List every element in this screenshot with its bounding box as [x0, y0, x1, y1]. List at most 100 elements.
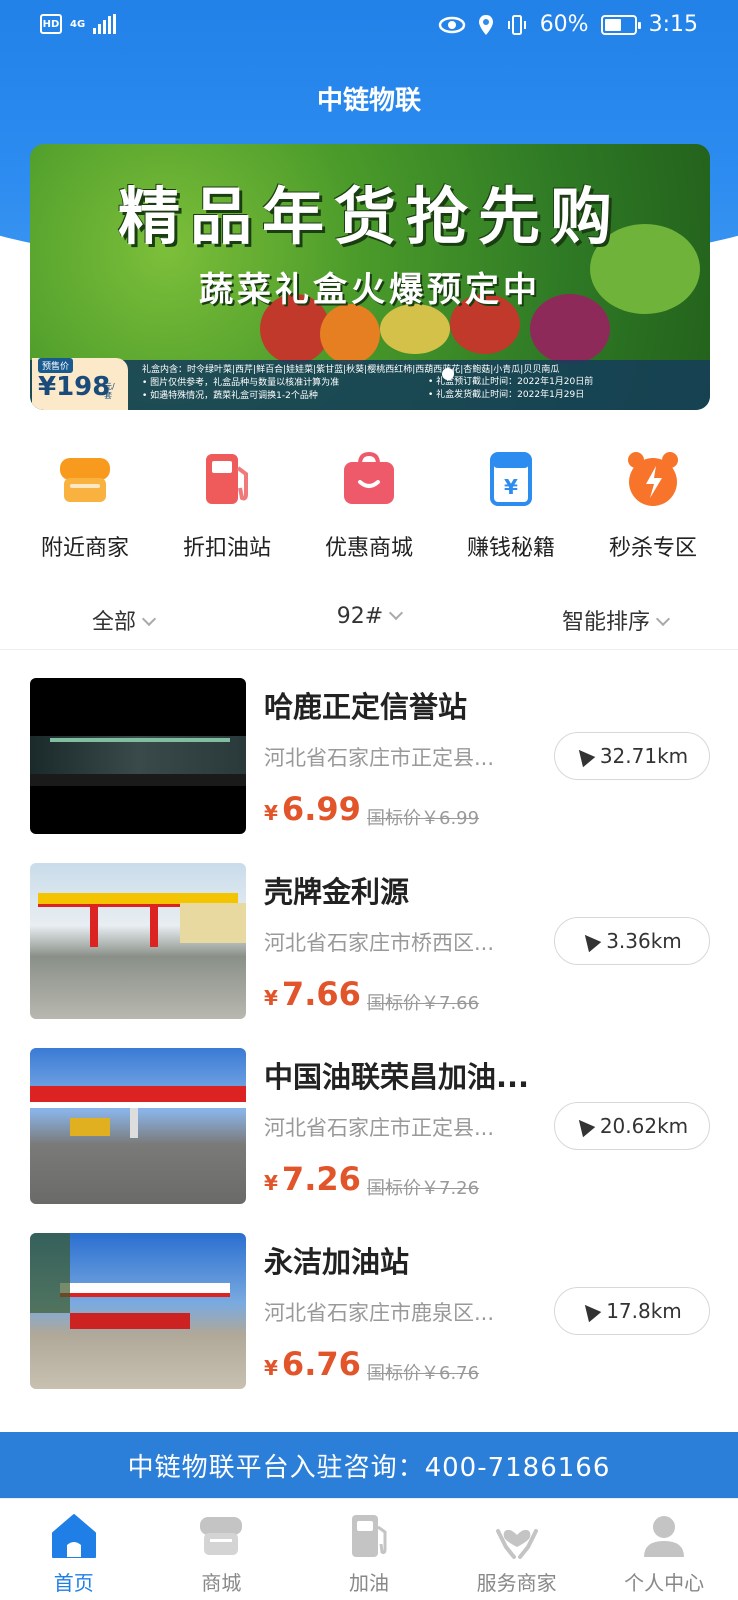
- banner-info: 礼盒内含：时令绿叶菜|西芹|鲜百合|娃娃菜|紫甘蓝|秋葵|樱桃西红柿|西葫西蓝花…: [30, 360, 710, 410]
- currency-symbol: ¥: [264, 986, 278, 1010]
- navigate-button[interactable]: 20.62km: [554, 1102, 710, 1150]
- mall-icon: [196, 1511, 246, 1561]
- alarm-clock-icon: [622, 448, 684, 510]
- station-row[interactable]: 永洁加油站 河北省石家庄市鹿泉区... ¥6.76 国标价￥6.76 17.8k…: [0, 1233, 738, 1418]
- station-address: 河北省石家庄市鹿泉区...: [264, 1301, 495, 1325]
- navigation-arrow-icon: [578, 929, 602, 953]
- menu-label: 折扣油站: [182, 536, 271, 561]
- station-name: 永洁加油站: [264, 1245, 410, 1279]
- station-photo: [30, 1048, 246, 1204]
- app-screen: { "status_bar": { "hd": "HD", "network":…: [0, 0, 738, 1600]
- banner-info-line: • 图片仅供参考，礼盒品种与数量以核准计算为准: [142, 378, 340, 388]
- chevron-down-icon: [141, 611, 157, 627]
- filter-sort[interactable]: 智能排序: [492, 598, 738, 649]
- station-name: 壳牌金利源: [264, 875, 410, 909]
- menu-item-discount-mall[interactable]: 优惠商城: [304, 448, 434, 562]
- filter-label: 智能排序: [561, 610, 650, 635]
- promo-banner[interactable]: 精品年货抢先购 蔬菜礼盒火爆预定中 礼盒内含：时令绿叶菜|西芹|鲜百合|娃娃菜|…: [30, 144, 710, 410]
- menu-item-discount-station[interactable]: 折扣油站: [162, 448, 292, 562]
- presale-price-tag: 预售价 ¥198 元/套: [32, 358, 128, 410]
- tab-label: 商城: [201, 1571, 242, 1595]
- filter-bar: 全部 92# 智能排序: [0, 598, 738, 650]
- consult-text: 中链物联平台入驻咨询：400-7186166: [127, 1452, 611, 1483]
- station-address: 河北省石家庄市正定县...: [264, 746, 495, 770]
- tab-label: 首页: [53, 1571, 94, 1595]
- filter-all[interactable]: 全部: [0, 598, 246, 649]
- menu-item-flash-sale[interactable]: 秒杀专区: [588, 448, 718, 562]
- station-photo: [30, 1233, 246, 1389]
- menu-item-nearby-merchants[interactable]: 附近商家: [20, 448, 150, 562]
- banner-info-line: 礼盒内含：时令绿叶菜|西芹|鲜百合|娃娃菜|紫甘蓝|秋葵|樱桃西红柿|西葫西蓝花…: [142, 365, 560, 375]
- battery-percent: 60%: [539, 12, 589, 37]
- filter-label: 全部: [91, 610, 136, 635]
- price-value: 7.26: [281, 1160, 361, 1198]
- menu-item-money-tips[interactable]: ¥ 赚钱秘籍: [446, 448, 576, 562]
- presale-unit: 元/套: [104, 382, 115, 400]
- menu-label: 附近商家: [40, 536, 129, 561]
- tab-profile[interactable]: 个人中心: [590, 1499, 738, 1600]
- price-value: 7.66: [281, 975, 361, 1013]
- navigate-button[interactable]: 17.8km: [554, 1287, 710, 1335]
- tab-mall[interactable]: 商城: [148, 1499, 296, 1600]
- battery-icon: [600, 14, 641, 35]
- tab-label: 服务商家: [476, 1571, 557, 1595]
- tab-label: 个人中心: [624, 1571, 705, 1595]
- reference-price: 国标价￥7.26: [367, 1178, 480, 1199]
- distance-text: 32.71km: [599, 744, 689, 768]
- chevron-down-icon: [389, 605, 404, 621]
- carousel-indicator[interactable]: [442, 368, 454, 380]
- station-price: ¥7.26: [264, 1160, 361, 1198]
- price-value: 6.76: [281, 1345, 361, 1383]
- station-price: ¥6.76: [264, 1345, 361, 1383]
- banner-info-deadlines: • 礼盒预订截止时间：2022年1月20日前 • 礼盒发货截止时间：2022年1…: [428, 376, 593, 402]
- currency-symbol: ¥: [264, 801, 278, 825]
- station-price: ¥6.99: [264, 790, 361, 828]
- station-photo: [30, 863, 246, 1019]
- heart-hands-icon: [492, 1511, 542, 1561]
- vegetable-decoration: [380, 304, 450, 354]
- tab-home[interactable]: 首页: [0, 1499, 148, 1600]
- presale-label: 预售价: [38, 358, 74, 373]
- currency-symbol: ¥: [264, 1171, 278, 1195]
- vibrate-icon: [507, 14, 526, 35]
- money-envelope-icon: ¥: [480, 448, 542, 510]
- filter-label: 92#: [336, 604, 384, 629]
- price-value: 6.99: [281, 790, 361, 828]
- quick-menu: 附近商家 折扣油站 优惠商城 ¥ 赚钱秘籍 秒杀专区: [0, 448, 738, 562]
- presale-price: ¥198: [38, 372, 111, 402]
- navigation-arrow-icon: [578, 1299, 602, 1323]
- eye-icon: [438, 16, 465, 33]
- banner-subtitle: 蔬菜礼盒火爆预定中: [199, 270, 541, 310]
- banner-info-line: • 如遇特殊情况，蔬菜礼盒可调换1-2个品种: [142, 391, 318, 401]
- tab-service-merchants[interactable]: 服务商家: [443, 1499, 591, 1600]
- distance-text: 17.8km: [606, 1299, 682, 1323]
- reference-price: 国标价￥6.76: [367, 1363, 480, 1384]
- navigate-button[interactable]: 32.71km: [554, 732, 710, 780]
- status-bar: HD 4G 60% 3:15: [0, 0, 738, 56]
- reference-price: 国标价￥6.99: [367, 808, 480, 829]
- fuel-icon: [344, 1511, 394, 1561]
- station-name: 哈鹿正定信誉站: [264, 690, 468, 724]
- station-row[interactable]: 中国油联荣昌加油... 河北省石家庄市正定县... ¥7.26 国标价￥7.26…: [0, 1048, 738, 1233]
- tab-label: 加油: [348, 1571, 389, 1595]
- menu-label: 赚钱秘籍: [466, 536, 555, 561]
- station-photo: [30, 678, 246, 834]
- banner-info-line: • 礼盒预订截止时间：2022年1月20日前: [428, 377, 594, 387]
- station-address: 河北省石家庄市桥西区...: [264, 931, 495, 955]
- menu-label: 秒杀专区: [608, 536, 697, 561]
- clock: 3:15: [648, 12, 698, 37]
- station-row[interactable]: 哈鹿正定信誉站 河北省石家庄市正定县... ¥6.99 国标价￥6.99 32.…: [0, 678, 738, 863]
- navigate-button[interactable]: 3.36km: [554, 917, 710, 965]
- station-row[interactable]: 壳牌金利源 河北省石家庄市桥西区... ¥7.66 国标价￥7.66 3.36k…: [0, 863, 738, 1048]
- currency-symbol: ¥: [264, 1356, 278, 1380]
- consult-hotline-bar[interactable]: 中链物联平台入驻咨询：400-7186166: [0, 1432, 738, 1498]
- shopping-bag-icon: [338, 448, 400, 510]
- signal-icon: [93, 14, 117, 34]
- menu-label: 优惠商城: [324, 536, 413, 561]
- filter-fuel-grade[interactable]: 92#: [246, 598, 492, 649]
- tab-fuel[interactable]: 加油: [295, 1499, 443, 1600]
- hd-icon: HD: [40, 14, 62, 34]
- banner-title: 精品年货抢先购: [117, 180, 622, 253]
- distance-text: 20.62km: [599, 1114, 689, 1138]
- location-icon: [478, 14, 493, 35]
